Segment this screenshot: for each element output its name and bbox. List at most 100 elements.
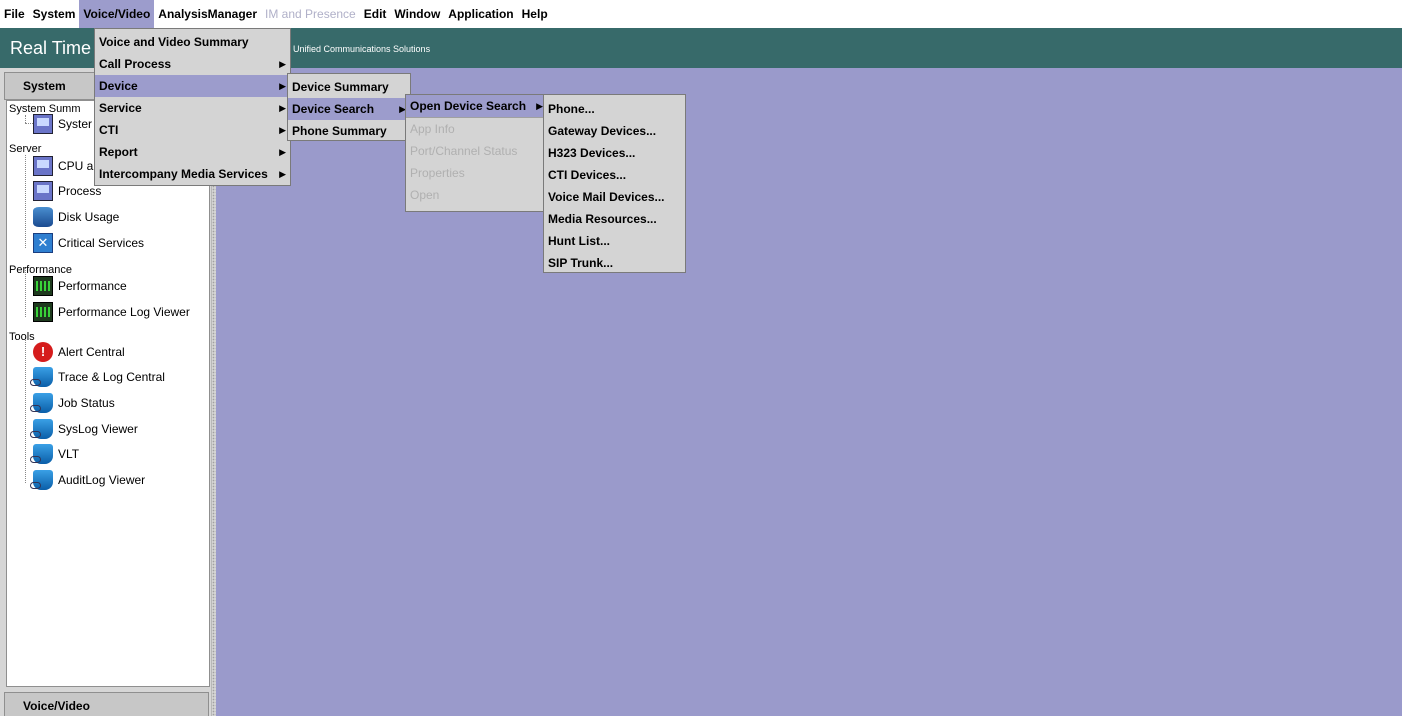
- menu-item-device-search[interactable]: Device Search ▶: [288, 98, 410, 120]
- workspace: [216, 68, 1402, 716]
- menu-im-presence: IM and Presence: [265, 7, 356, 21]
- device-submenu: Device Summary Device Search ▶ Phone Sum…: [287, 73, 411, 141]
- performance-log-icon: [33, 302, 53, 322]
- menu-bar: File System Voice/Video AnalysisManager …: [0, 0, 1402, 28]
- syslog-icon: [30, 419, 53, 439]
- tree-item-auditlog-viewer[interactable]: AuditLog Viewer: [30, 469, 145, 491]
- menu-item-label: Service: [99, 101, 142, 115]
- menu-item-sip-trunk[interactable]: SIP Trunk...: [544, 252, 685, 274]
- tree-connector: [25, 115, 26, 123]
- menu-item-port-channel-status: Port/Channel Status: [410, 144, 518, 158]
- menu-item-media-resources[interactable]: Media Resources...: [544, 208, 685, 230]
- menu-item-label: CTI: [99, 123, 119, 137]
- tree-item-label: Alert Central: [58, 345, 125, 359]
- menu-voice-video[interactable]: Voice/Video: [79, 0, 155, 28]
- process-monitor-icon: [33, 181, 53, 201]
- disk-database-icon: [33, 207, 53, 227]
- menu-item-label: Intercompany Media Services: [99, 167, 268, 181]
- tree-item-label: SysLog Viewer: [58, 422, 138, 436]
- app-window: File System Voice/Video AnalysisManager …: [0, 0, 1402, 716]
- cpu-monitor-icon: [33, 156, 53, 176]
- tree-item-system[interactable]: Syster: [33, 113, 92, 135]
- tree-item-disk-usage[interactable]: Disk Usage: [33, 206, 119, 228]
- tree-connector: [25, 155, 26, 248]
- menu-item-label: Open Device Search: [410, 99, 527, 113]
- menu-item-intercompany-media-services[interactable]: Intercompany Media Services ▶: [95, 163, 290, 185]
- menu-item-voice-video-summary[interactable]: Voice and Video Summary: [95, 31, 290, 53]
- tree-item-label: Trace & Log Central: [58, 370, 165, 384]
- tree-item-label: Process: [58, 184, 102, 198]
- tree-item-label: VLT: [58, 447, 80, 461]
- job-status-icon: [30, 393, 53, 413]
- menu-item-call-process[interactable]: Call Process ▶: [95, 53, 290, 75]
- tree-item-critical-services[interactable]: ✕ Critical Services: [33, 232, 144, 254]
- submenu-arrow-icon: ▶: [279, 81, 286, 91]
- tree-item-job-status[interactable]: Job Status: [30, 392, 115, 414]
- tree-item-cpu[interactable]: CPU a: [33, 155, 93, 177]
- tree-connector: [25, 337, 26, 483]
- submenu-arrow-icon: ▶: [279, 125, 286, 135]
- voice-video-menu: Voice and Video Summary Call Process ▶ D…: [94, 28, 291, 186]
- menu-window[interactable]: Window: [390, 0, 444, 28]
- tree-item-label: Critical Services: [58, 236, 145, 250]
- menu-edit[interactable]: Edit: [360, 0, 391, 28]
- submenu-arrow-icon: ▶: [279, 59, 286, 69]
- menu-item-open-device-search[interactable]: Open Device Search ▶: [406, 95, 547, 117]
- menu-item-label: Report: [99, 145, 138, 159]
- tree-item-label: Job Status: [58, 396, 115, 410]
- tree-item-label: Performance Log Viewer: [58, 305, 190, 319]
- tree-item-performance[interactable]: Performance: [33, 275, 127, 297]
- system-tree: System Summ Syster Server CPU a Process …: [6, 100, 210, 687]
- menu-application[interactable]: Application: [444, 0, 517, 28]
- tree-category-server: Server: [9, 143, 42, 155]
- alert-icon: !: [33, 342, 53, 362]
- menu-item-gateway-devices[interactable]: Gateway Devices...: [544, 120, 685, 142]
- menu-item-service[interactable]: Service ▶: [95, 97, 290, 119]
- tree-item-performance-log-viewer[interactable]: Performance Log Viewer: [33, 301, 190, 323]
- menu-item-voice-mail-devices[interactable]: Voice Mail Devices...: [544, 186, 685, 208]
- tree-item-trace-log-central[interactable]: Trace & Log Central: [30, 366, 165, 388]
- banner-subtitle: Unified Communications Solutions: [293, 44, 431, 54]
- tree-category-tools: Tools: [9, 331, 35, 343]
- menu-system[interactable]: System: [29, 0, 80, 28]
- trace-log-icon: [30, 367, 53, 387]
- menu-item-phone[interactable]: Phone...: [544, 98, 685, 120]
- menu-item-cti[interactable]: CTI ▶: [95, 119, 290, 141]
- submenu-arrow-icon: ▶: [279, 169, 286, 179]
- menu-item-report[interactable]: Report ▶: [95, 141, 290, 163]
- system-summary-icon: [33, 114, 53, 134]
- tree-item-alert-central[interactable]: ! Alert Central: [33, 341, 125, 363]
- tree-item-syslog-viewer[interactable]: SysLog Viewer: [30, 418, 138, 440]
- menu-item-properties: Properties: [410, 166, 465, 180]
- tree-item-process[interactable]: Process: [33, 180, 101, 202]
- menu-item-label: Device Search: [292, 102, 375, 116]
- menu-item-cti-devices[interactable]: CTI Devices...: [544, 164, 685, 186]
- menu-analysis-manager[interactable]: AnalysisManager: [154, 0, 261, 28]
- menu-file[interactable]: File: [0, 0, 29, 28]
- tree-connector: [25, 123, 33, 124]
- tree-item-vlt[interactable]: VLT: [30, 443, 80, 465]
- menu-item-label: Call Process: [99, 57, 172, 71]
- voice-video-tab[interactable]: Voice/Video: [4, 692, 209, 716]
- menu-item-open: Open: [410, 188, 440, 202]
- submenu-arrow-icon: ▶: [279, 147, 286, 157]
- menu-item-label: Device: [99, 79, 138, 93]
- banner-title: Real Time: [10, 38, 92, 58]
- performance-chart-icon: [33, 276, 53, 296]
- menu-item-phone-summary[interactable]: Phone Summary: [288, 120, 410, 142]
- tree-item-label: Performance: [58, 279, 127, 293]
- menu-item-hunt-list[interactable]: Hunt List...: [544, 230, 685, 252]
- vlt-icon: [30, 444, 53, 464]
- menu-item-device[interactable]: Device ▶: [95, 75, 290, 97]
- open-device-search-submenu: Phone... Gateway Devices... H323 Devices…: [543, 94, 686, 273]
- submenu-arrow-icon: ▶: [536, 101, 543, 111]
- menu-item-app-info: App Info: [410, 122, 455, 136]
- menu-item-device-summary[interactable]: Device Summary: [288, 76, 410, 98]
- tree-item-label: CPU a: [58, 159, 94, 173]
- menu-item-h323-devices[interactable]: H323 Devices...: [544, 142, 685, 164]
- auditlog-icon: [30, 470, 53, 490]
- menu-help[interactable]: Help: [518, 0, 552, 28]
- critical-services-icon: ✕: [33, 233, 53, 253]
- submenu-arrow-icon: ▶: [279, 103, 286, 113]
- device-search-submenu: Open Device Search ▶ App Info Port/Chann…: [405, 94, 548, 212]
